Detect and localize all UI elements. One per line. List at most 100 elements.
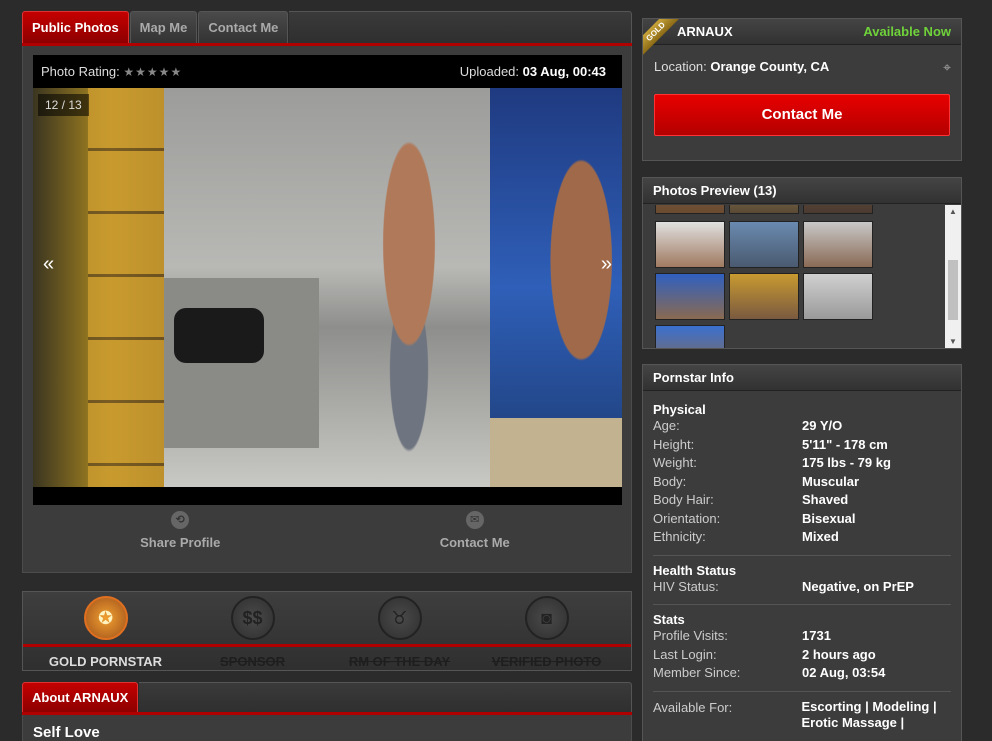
profile-tabs: Public Photos Map Me Contact Me — [22, 11, 632, 46]
rating-stars-icon[interactable]: ★★★★★ — [123, 65, 182, 79]
pornstar-info: Pornstar Info Physical Age: 29 Y/O Height… — [642, 364, 962, 741]
photo-rating: Photo Rating: ★★★★★ — [41, 64, 182, 79]
info-value: Muscular — [802, 473, 860, 489]
badge-label: SPONSOR — [219, 654, 285, 669]
badge-label: RM OF THE DAY — [348, 654, 451, 669]
map-pin-icon[interactable]: ⌖ — [943, 59, 951, 76]
photo-carousel[interactable]: 12 / 13 « » — [33, 88, 622, 487]
tab-about[interactable]: About ARNAUX — [22, 682, 139, 712]
info-key: HIV Status: — [653, 578, 719, 594]
photos-preview-title: Photos Preview (13) — [643, 178, 961, 204]
info-value: Escorting | Modeling | Erotic Massage | — [801, 698, 937, 730]
info-row: Ethnicity: Mixed — [653, 528, 951, 547]
badge-rm-of-the-day[interactable]: ♉ RM OF THE DAY — [327, 596, 472, 669]
info-key: Available For: — [653, 699, 733, 715]
info-row: Height: 5'11" - 178 cm — [653, 436, 951, 455]
health-title: Health Status — [653, 562, 737, 578]
physical-title: Physical — [653, 402, 706, 417]
thumbnail-grid[interactable] — [655, 205, 945, 348]
tab-public-photos[interactable]: Public Photos — [22, 11, 129, 43]
location-row: Location: Orange County, CA ⌖ — [643, 45, 961, 76]
info-key: Body: — [653, 473, 687, 489]
info-value: Bisexual — [802, 510, 856, 526]
info-row: Body Hair: Shaved — [653, 491, 951, 510]
info-key: Weight: — [653, 455, 697, 470]
info-row: Weight: 175 lbs - 79 kg — [653, 454, 951, 473]
prev-arrow-icon[interactable]: « — [43, 253, 54, 276]
photo-thumbnail[interactable] — [655, 205, 725, 214]
info-value: Mixed — [802, 529, 839, 544]
uploaded-value: 03 Aug, 00:43 — [522, 64, 606, 79]
info-row: HIV Status: Negative, on PrEP — [653, 578, 951, 597]
photo-thumbnail[interactable] — [803, 273, 873, 320]
badge-label: GOLD PORNSTAR — [48, 654, 163, 669]
info-key: Member Since: — [653, 665, 741, 680]
availability-status: Available Now — [863, 24, 951, 39]
photo-thumbnail[interactable] — [655, 221, 725, 268]
badge-gold-pornstar[interactable]: ✪ GOLD PORNSTAR — [33, 596, 178, 669]
badge-sponsor[interactable]: $$ SPONSOR — [180, 596, 325, 669]
envelope-icon: ✉ — [465, 511, 484, 529]
photo-panel: Photo Rating: ★★★★★ Uploaded: 03 Aug, 00… — [22, 46, 632, 573]
photo-thumbnail[interactable] — [803, 205, 873, 214]
scroll-down-icon[interactable]: ▼ — [945, 337, 961, 346]
thumbnail-scrollbar[interactable]: ▲ ▼ — [945, 205, 961, 348]
stats-title: Stats — [653, 612, 685, 627]
photo-prev-preview[interactable] — [33, 88, 164, 487]
location-label: Location: — [654, 59, 707, 74]
photo-thumbnail[interactable] — [655, 273, 725, 320]
photo-current[interactable] — [164, 88, 490, 487]
location-value: Orange County, CA — [710, 59, 830, 74]
tabs-filler — [289, 11, 632, 43]
info-key: Height: — [653, 436, 695, 452]
achievement-badges: ✪ GOLD PORNSTAR $$ SPONSOR ♉ RM OF THE D… — [22, 591, 632, 671]
photo-thumbnail[interactable] — [803, 221, 873, 268]
photo-thumbnail[interactable] — [729, 273, 799, 320]
info-value: 1731 — [802, 628, 831, 643]
info-body: Physical Age: 29 Y/O Height: 5'11" - 178 c… — [643, 391, 961, 731]
info-value: 29 Y/O — [802, 418, 843, 433]
info-row: Orientation: Bisexual — [653, 510, 951, 529]
info-key: Orientation: — [653, 510, 721, 526]
info-value: 175 lbs - 79 kg — [802, 455, 891, 470]
scroll-up-icon[interactable]: ▲ — [945, 207, 961, 216]
contact-me-label: Contact Me — [439, 535, 510, 550]
photo-thumbnail[interactable] — [729, 221, 799, 268]
photo-rating-label: Photo Rating: — [41, 64, 120, 79]
photo-viewer: Photo Rating: ★★★★★ Uploaded: 03 Aug, 00… — [33, 55, 622, 505]
info-row: Body: Muscular — [653, 473, 951, 492]
share-icon: ⟲ — [171, 511, 190, 529]
viewer-header: Photo Rating: ★★★★★ Uploaded: 03 Aug, 00… — [33, 55, 622, 88]
photo-section: Public Photos Map Me Contact Me Photo Ra… — [22, 11, 632, 573]
about-body: Self Love — [22, 715, 632, 741]
about-heading: Self Love — [33, 724, 100, 741]
info-title: Pornstar Info — [643, 365, 961, 391]
info-key: Age: — [653, 418, 680, 433]
profile-card: GOLD ARNAUX Available Now Location: Oran… — [642, 18, 962, 161]
photo-next-preview[interactable] — [490, 88, 622, 487]
share-profile-button[interactable]: ⟲ Share Profile — [33, 511, 328, 550]
badge-label: VERIFIED PHOTO — [491, 654, 602, 669]
profile-name: ARNAUX — [677, 24, 733, 39]
info-row: Last Login: 2 hours ago — [653, 646, 951, 665]
photo-thumbnail[interactable] — [729, 205, 799, 214]
tab-map-me[interactable]: Map Me — [129, 11, 198, 43]
photo-counter: 12 / 13 — [38, 94, 89, 116]
info-value: 2 hours ago — [802, 646, 876, 662]
share-profile-label: Share Profile — [140, 535, 221, 550]
contact-me-button[interactable]: Contact Me — [654, 94, 950, 136]
photo-thumbnail[interactable] — [655, 325, 725, 348]
next-arrow-icon[interactable]: » — [601, 253, 612, 276]
uploaded-label: Uploaded: — [459, 64, 520, 79]
tab-contact-me[interactable]: Contact Me — [198, 11, 289, 43]
info-key: Profile Visits: — [653, 628, 728, 643]
contact-me-action-button[interactable]: ✉ Contact Me — [328, 511, 623, 550]
info-value: 02 Aug, 03:54 — [802, 665, 886, 680]
award-icon: ✪ — [83, 596, 128, 640]
info-key: Ethnicity: — [653, 529, 706, 544]
badge-verified-photo[interactable]: ◙ VERIFIED PHOTO — [474, 596, 619, 669]
photo-actions: ⟲ Share Profile ✉ Contact Me — [33, 511, 622, 550]
photos-preview: Photos Preview (13) ▲ ▼ — [642, 177, 962, 349]
scroll-thumb[interactable] — [948, 260, 958, 320]
info-row: Profile Visits: 1731 — [653, 627, 951, 646]
